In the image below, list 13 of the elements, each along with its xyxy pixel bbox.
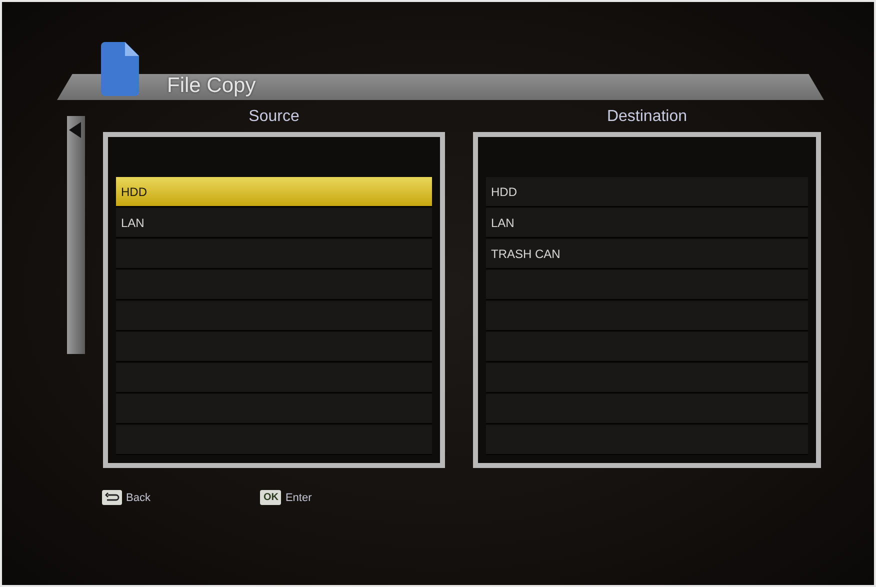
back-key-icon bbox=[102, 490, 122, 505]
left-arrow-icon[interactable] bbox=[69, 122, 81, 138]
panel-heading: Source bbox=[248, 108, 300, 126]
ok-key: OK bbox=[260, 490, 282, 505]
panel-heading: Destination bbox=[606, 108, 688, 126]
window-title: File Copy bbox=[167, 74, 256, 98]
hint-label: Back bbox=[126, 492, 150, 504]
list-item[interactable]: HDD bbox=[486, 177, 808, 207]
list-item[interactable]: LAN bbox=[116, 208, 432, 238]
list-item[interactable]: LAN bbox=[486, 208, 808, 238]
hint-label: Enter bbox=[285, 492, 312, 504]
list-item[interactable]: TRASH CAN bbox=[486, 239, 808, 269]
list-item[interactable]: HDD bbox=[116, 177, 432, 207]
